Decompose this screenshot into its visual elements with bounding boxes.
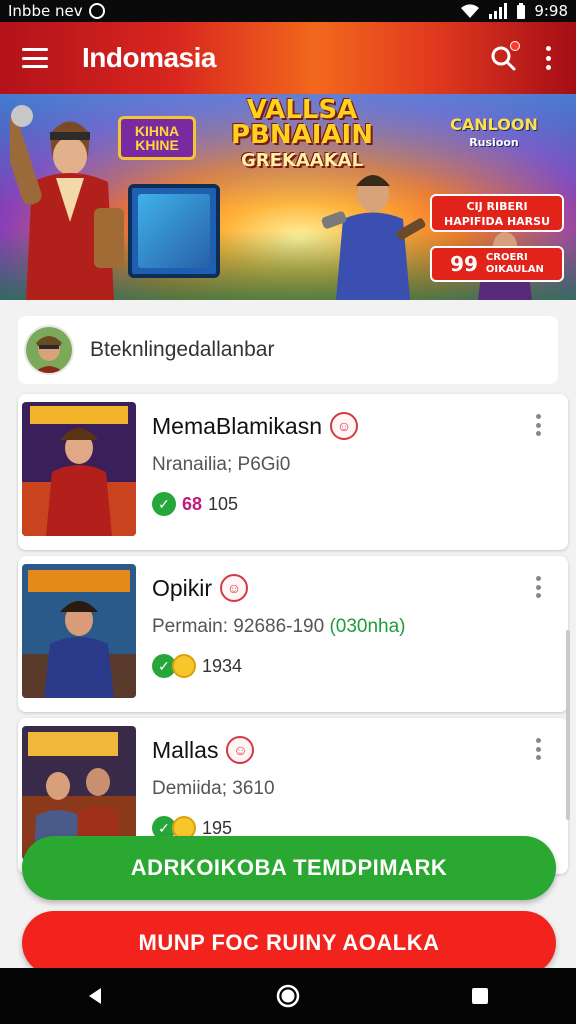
promo-banner[interactable]: KIHNA KHINE VALLSA PBNAIAIN GREKAAKAL CA… xyxy=(0,94,576,300)
carrier-label: Inbbe nev xyxy=(8,2,83,20)
hero-character-illustration xyxy=(321,175,426,300)
game-card[interactable]: Opikir ☺ Permain: 92686-190 (030nha) ✓ 1… xyxy=(18,556,568,712)
notification-badge xyxy=(510,41,520,51)
scrollbar[interactable] xyxy=(566,630,570,820)
game-count: 105 xyxy=(208,493,239,514)
game-subtitle: Permain: 92686-190 (030nha) xyxy=(152,616,406,638)
search-icon[interactable] xyxy=(490,41,520,71)
app-bar: Indomasia xyxy=(0,22,576,94)
banner-logo-line: KHINE xyxy=(135,137,179,153)
emoji-icon: ☺ xyxy=(330,412,358,440)
game-meta: ✓ 1934 xyxy=(152,654,242,678)
promo-line: CROERI xyxy=(485,252,528,263)
banner-brand-logo: CANLOON Rusioon xyxy=(446,116,542,156)
user-name: Bteknlingedallanbar xyxy=(90,338,275,361)
game-subtitle: Nranailia; P6Gi0 xyxy=(152,454,291,475)
promo-number-box[interactable]: 99 CROERI OIKAULAN xyxy=(430,246,564,282)
coin-icon xyxy=(172,654,196,678)
game-count-colored: 68 xyxy=(182,493,203,514)
banner-brand-text: CANLOON xyxy=(450,115,538,134)
game-subtitle: Demiida; 3610 xyxy=(152,778,275,799)
back-icon[interactable] xyxy=(76,976,116,1016)
game-title: MemaBlamikasn ☺ xyxy=(152,412,358,440)
game-subtitle-text: Permain: 92686-190 xyxy=(152,616,325,637)
user-profile-row[interactable]: Bteknlingedallanbar xyxy=(18,316,558,384)
clock: 9:98 xyxy=(534,2,568,20)
secondary-action-button[interactable]: MUNP FOC RUINY AOALKA xyxy=(22,911,556,975)
menu-icon[interactable] xyxy=(22,48,48,68)
game-subtitle-highlight: (030nha) xyxy=(329,616,406,637)
banner-brand-subtext: Rusioon xyxy=(469,136,519,149)
app-title: Indomasia xyxy=(82,42,216,73)
game-meta: ✓ 68 105 xyxy=(152,492,238,516)
banner-logo-line: KIHNA xyxy=(134,123,180,139)
banner-title-line: PBNAIAIN xyxy=(231,120,373,150)
banner-logo-left: KIHNA KHINE xyxy=(118,116,196,160)
game-title: Mallas ☺ xyxy=(152,736,255,764)
game-title: Opikir ☺ xyxy=(152,574,249,602)
game-thumbnail[interactable] xyxy=(22,564,136,698)
card-menu-icon[interactable] xyxy=(536,576,542,598)
system-nav-bar xyxy=(0,968,576,1024)
check-icon: ✓ xyxy=(152,492,176,516)
game-title-text: Opikir xyxy=(152,574,213,601)
recents-icon[interactable] xyxy=(460,976,500,1016)
wifi-icon xyxy=(461,4,480,18)
promo-line: OIKAULAN xyxy=(485,264,544,275)
status-bar: Inbbe nev 9:98 xyxy=(0,0,576,22)
card-menu-icon[interactable] xyxy=(536,414,542,436)
battery-icon xyxy=(517,3,526,19)
promo-line: HAPIFIDA HARSU xyxy=(444,215,550,228)
card-menu-icon[interactable] xyxy=(536,738,542,760)
notification-icon xyxy=(88,3,105,19)
game-card[interactable]: MemaBlamikasn ☺ Nranailia; P6Gi0 ✓ 68 10… xyxy=(18,394,568,550)
banner-tablet-illustration xyxy=(128,184,220,278)
signal-icon xyxy=(489,3,508,19)
emoji-icon: ☺ xyxy=(220,574,249,602)
promo-line: CIJ RIBERI xyxy=(466,200,528,213)
overflow-menu-icon[interactable] xyxy=(546,46,552,70)
avatar[interactable] xyxy=(24,325,74,375)
promo-label-box[interactable]: CIJ RIBERI HAPIFIDA HARSU xyxy=(430,194,564,232)
hero-character-illustration xyxy=(10,105,124,300)
home-icon[interactable] xyxy=(268,976,308,1016)
game-title-text: MemaBlamikasn xyxy=(152,412,322,439)
primary-action-button[interactable]: ADRKOIKOBA TEMDPIMARK xyxy=(22,836,556,900)
game-title-text: Mallas xyxy=(152,736,219,763)
game-thumbnail[interactable] xyxy=(22,402,136,536)
emoji-icon: ☺ xyxy=(226,736,255,764)
banner-title: VALLSA PBNAIAIN GREKAAKAL xyxy=(222,97,382,173)
promo-number: 99 xyxy=(450,252,478,276)
game-count: 1934 xyxy=(202,655,243,676)
